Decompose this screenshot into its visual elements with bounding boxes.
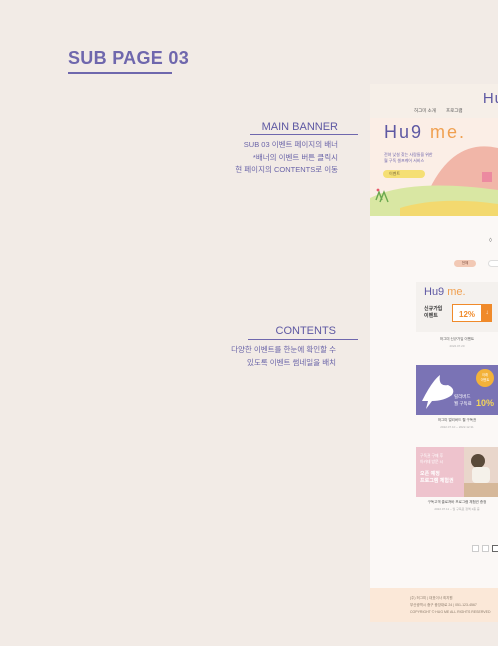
event-card-image-3[interactable]: 구독권 구매 후 아카데 방문 시 오픈 예정 프로그램 체험권 <box>416 447 498 497</box>
download-icon: ↓ <box>482 304 492 322</box>
event-card-date-2: 2022.07.10 ~ 2022.12.31 <box>440 425 474 429</box>
event-card-date-1: 2022.07.20 <box>449 344 465 348</box>
main-banner: Hu9 me. 전혀 낯설 찾는 사람들을 위한 월 구독 셀프케어 서비스 이… <box>370 118 498 216</box>
page-title: SUB PAGE 03 <box>68 48 190 68</box>
card-top-lines: 구독권 구매 후 아카데 방문 시 <box>420 454 444 464</box>
annotation-line-1: SUB 03 이벤트 페이지의 배너 <box>243 140 338 149</box>
event-card-caption-2[interactable]: 허그미 얼리버드 월 구독권 <box>416 418 498 423</box>
nav-item-program[interactable]: 프로그램 <box>446 108 463 114</box>
tab-next[interactable] <box>488 260 498 267</box>
page-mockup: Hu 허그미 소개 프로그램 Hu9 me. 전혀 낯설 찾는 사람들을 위한 … <box>370 84 498 622</box>
card-headline: 릴리버드 월 구독료 <box>454 394 472 406</box>
card-discount-box: 12% <box>452 304 482 322</box>
annotation-line-2: *배너의 이벤트 버튼 클릭시 <box>252 152 338 162</box>
main-banner-annotation-line <box>250 134 358 135</box>
card-logo: Hu9 me. <box>424 286 466 298</box>
event-card-image-1[interactable]: Hu9 me. 신규가입 이벤트 12% ↓ <box>416 282 498 332</box>
drop-icon: ◊ <box>489 238 492 244</box>
mockup-footer: (주) 허그미 | 대표이사 최지원 부산광역시 중구 중앙대로 24 | 05… <box>370 588 498 622</box>
card-headline: 신규가입 이벤트 <box>424 306 443 319</box>
event-card-caption-3[interactable]: 구독고객 클로져바 프로그램 체험권 증정 <box>416 500 498 505</box>
footer-line-1: (주) 허그미 | 대표이사 최지원 <box>410 596 453 600</box>
annotation-line-1: 다양한 이벤트를 한눈에 확인할 수 <box>231 345 336 354</box>
card-discount: 10% <box>475 398 494 408</box>
annotation-line-2: 있도록 이벤트 썸네일을 배치 <box>246 357 336 367</box>
footer-line-2: 부산광역시 중구 중앙대로 24 | 051-123-4567 <box>410 603 477 607</box>
main-banner-annotation-title: MAIN BANNER <box>261 121 338 133</box>
person-photo <box>464 447 498 497</box>
event-card-date-3: 2022.07.11 ~ 월 구독료 정액 2종 중 <box>434 507 480 511</box>
dove-icon <box>422 375 454 409</box>
nav-item-about[interactable]: 허그미 소개 <box>414 108 436 114</box>
contents-annotation-title: CONTENTS <box>275 325 337 337</box>
tab-all[interactable]: 전체 <box>454 260 476 267</box>
mockup-header: Hu 허그미 소개 프로그램 <box>370 84 498 118</box>
banner-text: 전혀 낯설 찾는 사람들을 위한 월 구독 셀프케어 서비스 <box>384 152 433 163</box>
person-icon <box>464 454 498 497</box>
contents-annotation-desc: 다양한 이벤트를 한눈에 확인할 수 있도록 이벤트 썸네일을 배치 <box>231 344 336 369</box>
annotation-line-3: 현 페이지의 CONTENTS로 이동 <box>235 165 338 174</box>
footer-line-3: COPYRIGHT © HUG ME ALL RIGHTS RESERVED <box>410 610 491 614</box>
main-banner-annotation-desc: SUB 03 이벤트 페이지의 배너 *배너의 이벤트 버튼 클릭시 현 페이지… <box>235 139 338 177</box>
title-underline <box>68 72 172 74</box>
pagination-next-button[interactable] <box>492 545 498 552</box>
header-logo[interactable]: Hu <box>483 90 498 107</box>
pagination-page-button[interactable] <box>482 545 489 552</box>
banner-logo: Hu9 me. <box>384 122 467 142</box>
contents-annotation-line <box>248 339 358 340</box>
event-card-caption-1[interactable]: 허그미 신규가입 이벤트 <box>416 337 498 342</box>
pagination-prev-button[interactable] <box>472 545 479 552</box>
event-card-image-2[interactable]: 아래 이벤트 릴리버드 월 구독료 10% <box>416 365 498 415</box>
banner-event-button[interactable]: 이벤트 <box>383 170 425 178</box>
card-headline: 오픈 예정 프로그램 체험권 <box>420 471 454 484</box>
card-badge: 아래 이벤트 <box>476 369 494 387</box>
